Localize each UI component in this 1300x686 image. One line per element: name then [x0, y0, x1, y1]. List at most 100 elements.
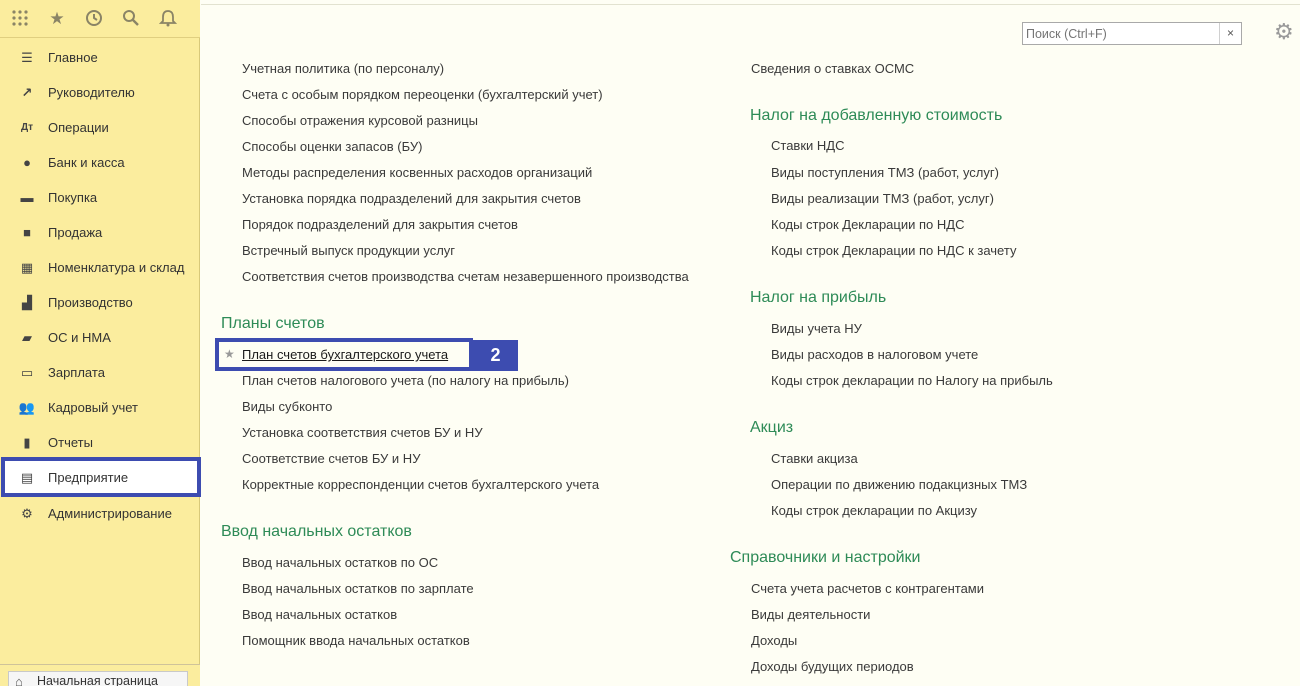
home-page-tab[interactable]: ⌂ Начальная страница — [8, 671, 188, 686]
link-excise-declaration-codes[interactable]: Коды строк декларации по Акцизу — [771, 503, 977, 518]
heading-chart-of-accounts: Планы счетов — [221, 315, 325, 332]
link-vat-declaration-codes[interactable]: Коды строк Декларации по НДС — [771, 217, 964, 232]
link-deferred-income[interactable]: Доходы будущих периодов — [751, 659, 914, 674]
section-hr[interactable]: 👥 Кадровый учет — [0, 390, 200, 425]
open-windows-bar: ⌂ Начальная страница — [0, 664, 200, 686]
link-receipt-types[interactable]: Виды поступления ТМЗ (работ, услуг) — [771, 165, 999, 180]
heading-vat: Налог на добавленную стоимость — [750, 107, 1003, 124]
link-opening-fixed-assets[interactable]: Ввод начальных остатков по ОС — [242, 555, 438, 570]
home-tab-label: Начальная страница — [37, 674, 158, 686]
link-subconto-types[interactable]: Виды субконто — [242, 399, 332, 414]
link-tax-accounting-types[interactable]: Виды учета НУ — [771, 321, 862, 336]
link-revaluation-accounts[interactable]: Счета с особым порядком переоценки (бухг… — [242, 87, 603, 102]
coin-icon: ● — [23, 155, 31, 170]
section-production[interactable]: ▟ Производство — [0, 285, 200, 320]
section-label: Отчеты — [48, 435, 93, 450]
link-osms-rates[interactable]: Сведения о ставках ОСМС — [751, 61, 914, 76]
heading-references: Справочники и настройки — [730, 549, 921, 566]
section-label: Кадровый учет — [48, 400, 138, 415]
section-label: Зарплата — [48, 365, 105, 380]
section-label: Продажа — [48, 225, 103, 240]
link-indirect-costs[interactable]: Методы распределения косвенных расходов … — [242, 165, 592, 180]
bar-chart-icon: ▮ — [23, 435, 31, 450]
search-field[interactable]: × — [1022, 22, 1242, 45]
section-label: Администрирование — [48, 506, 172, 521]
link-opening-assistant[interactable]: Помощник ввода начальных остатков — [242, 633, 470, 648]
cart-icon: ▬ — [20, 190, 34, 205]
section-purchase[interactable]: ▬ Покупка — [0, 180, 200, 215]
apps-grid-icon[interactable] — [9, 9, 31, 29]
people-icon: 👥 — [18, 400, 36, 415]
link-accounting-chart[interactable]: План счетов бухгалтерского учета — [242, 347, 448, 362]
section-label: Руководителю — [48, 85, 135, 100]
settings-gear-icon[interactable]: ⚙ — [1274, 19, 1300, 45]
link-vat-rates[interactable]: Ставки НДС — [771, 138, 844, 153]
link-personnel-policy[interactable]: Учетная политика (по персоналу) — [242, 61, 444, 76]
link-sale-types[interactable]: Виды реализации ТМЗ (работ, услуг) — [771, 191, 994, 206]
section-bank-cash[interactable]: ● Банк и касса — [0, 145, 200, 180]
scrolled-off-text — [242, 40, 462, 48]
section-main[interactable]: ☰ Главное — [0, 40, 200, 75]
link-tax-chart[interactable]: План счетов налогового учета (по налогу … — [242, 373, 569, 388]
search-input[interactable] — [1023, 23, 1218, 44]
menu-lines-icon: ☰ — [21, 50, 33, 65]
grid-blocks-icon: ▦ — [20, 260, 34, 275]
section-label: ОС и НМА — [48, 330, 111, 345]
section-content: × ⚙ Учетная политика (по персоналу) Счет… — [201, 0, 1300, 686]
wallet-icon: ▭ — [20, 365, 34, 380]
section-reports[interactable]: ▮ Отчеты — [0, 425, 200, 460]
trend-chart-icon: ↗ — [21, 85, 33, 100]
link-opening-salary[interactable]: Ввод начальных остатков по зарплате — [242, 581, 474, 596]
heading-opening-balances: Ввод начальных остатков — [221, 523, 412, 540]
section-label: Главное — [48, 50, 98, 65]
section-manager[interactable]: ↗ Руководителю — [0, 75, 200, 110]
gear-icon: ⚙ — [21, 506, 33, 521]
section-fixed-assets[interactable]: ▰ ОС и НМА — [0, 320, 200, 355]
section-sales[interactable]: ■ Продажа — [0, 215, 200, 250]
section-label: Номенклатура и склад — [48, 260, 185, 275]
link-profit-declaration-codes[interactable]: Коды строк декларации по Налогу на прибы… — [771, 373, 1053, 388]
link-income[interactable]: Доходы — [751, 633, 797, 648]
link-correct-correspondences[interactable]: Корректные корреспонденции счетов бухгал… — [242, 477, 599, 492]
scrolled-off-text-right — [751, 40, 961, 48]
section-label: Покупка — [48, 190, 98, 205]
link-inventory-valuation[interactable]: Способы оценки запасов (БУ) — [242, 139, 422, 154]
link-bu-nu-mapping[interactable]: Соответствие счетов БУ и НУ — [242, 451, 420, 466]
debit-credit-icon: Дт — [20, 122, 34, 133]
link-tax-expense-types[interactable]: Виды расходов в налоговом учете — [771, 347, 978, 362]
callout-badge-2: 2 — [473, 340, 518, 371]
link-wip-accounts[interactable]: Соответствия счетов производства счетам … — [242, 269, 689, 284]
link-department-order[interactable]: Порядок подразделений для закрытия счето… — [242, 217, 518, 232]
notifications-bell-icon[interactable] — [157, 9, 179, 29]
section-operations[interactable]: Дт Операции — [0, 110, 200, 145]
search-icon[interactable] — [120, 9, 142, 29]
section-label: Производство — [48, 295, 133, 310]
heading-excise: Акциз — [750, 419, 794, 436]
link-excise-rates[interactable]: Ставки акциза — [771, 451, 858, 466]
home-icon: ⌂ — [15, 674, 23, 686]
section-salary[interactable]: ▭ Зарплата — [0, 355, 200, 390]
link-counterparty-accounts[interactable]: Счета учета расчетов с контрагентами — [751, 581, 984, 596]
truck-icon: ▰ — [22, 330, 32, 345]
link-activity-types[interactable]: Виды деятельности — [751, 607, 870, 622]
section-label: Банк и касса — [48, 155, 125, 170]
link-counter-output[interactable]: Встречный выпуск продукции услуг — [242, 243, 455, 258]
link-set-bu-nu-mapping[interactable]: Установка соответствия счетов БУ и НУ — [242, 425, 483, 440]
link-set-department-order[interactable]: Установка порядка подразделений для закр… — [242, 191, 581, 206]
favorites-star-icon[interactable]: ★ — [46, 9, 68, 29]
callout-box-1 — [1, 457, 201, 497]
link-opening-balances[interactable]: Ввод начальных остатков — [242, 607, 397, 622]
sidebar-toolbar: ★ — [0, 0, 200, 38]
link-vat-offset-codes[interactable]: Коды строк Декларации по НДС к зачету — [771, 243, 1016, 258]
heading-profit-tax: Налог на прибыль — [750, 289, 887, 306]
shopping-bag-icon: ■ — [23, 225, 31, 240]
favorite-star-icon[interactable]: ★ — [224, 347, 235, 361]
link-excise-operations[interactable]: Операции по движению подакцизных ТМЗ — [771, 477, 1027, 492]
section-label: Операции — [48, 120, 109, 135]
history-icon[interactable] — [83, 9, 105, 29]
sections-panel: ★ ☰ Главное ↗ Руководителю Дт Операции ● Бан… — [0, 0, 200, 686]
section-nomenclature[interactable]: ▦ Номенклатура и склад — [0, 250, 200, 285]
clear-icon[interactable]: × — [1219, 23, 1241, 44]
section-administration[interactable]: ⚙ Администрирование — [0, 496, 200, 531]
link-exchange-difference[interactable]: Способы отражения курсовой разницы — [242, 113, 478, 128]
